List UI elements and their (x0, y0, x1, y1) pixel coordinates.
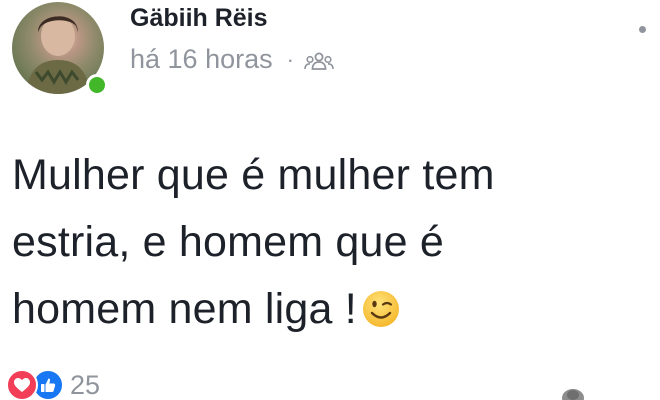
post-text-line: Mulher que é mulher tem (12, 151, 495, 199)
online-status-indicator (86, 74, 108, 96)
commenter-avatar-icon[interactable] (558, 384, 588, 400)
reaction-count[interactable]: 25 (70, 370, 100, 400)
meta-separator: · (286, 46, 294, 72)
love-reaction-icon (6, 369, 38, 400)
wink-emoji-icon (361, 282, 401, 327)
author-name[interactable]: Gäbiih Rëis (130, 4, 268, 33)
reactions-summary[interactable]: 25 (6, 368, 100, 400)
post-meta: há 16 horas · (130, 44, 334, 75)
more-options-icon[interactable] (639, 26, 646, 33)
friends-icon[interactable] (304, 49, 334, 71)
post-text-line-content: homem nem liga ! (12, 285, 357, 333)
post-text-line: homem nem liga ! (12, 276, 652, 343)
post-text-line: estria, e homem que é (12, 218, 445, 266)
post-text: Mulher que é mulher tem estria, e homem … (12, 142, 652, 343)
post-timestamp[interactable]: há 16 horas (130, 44, 273, 75)
